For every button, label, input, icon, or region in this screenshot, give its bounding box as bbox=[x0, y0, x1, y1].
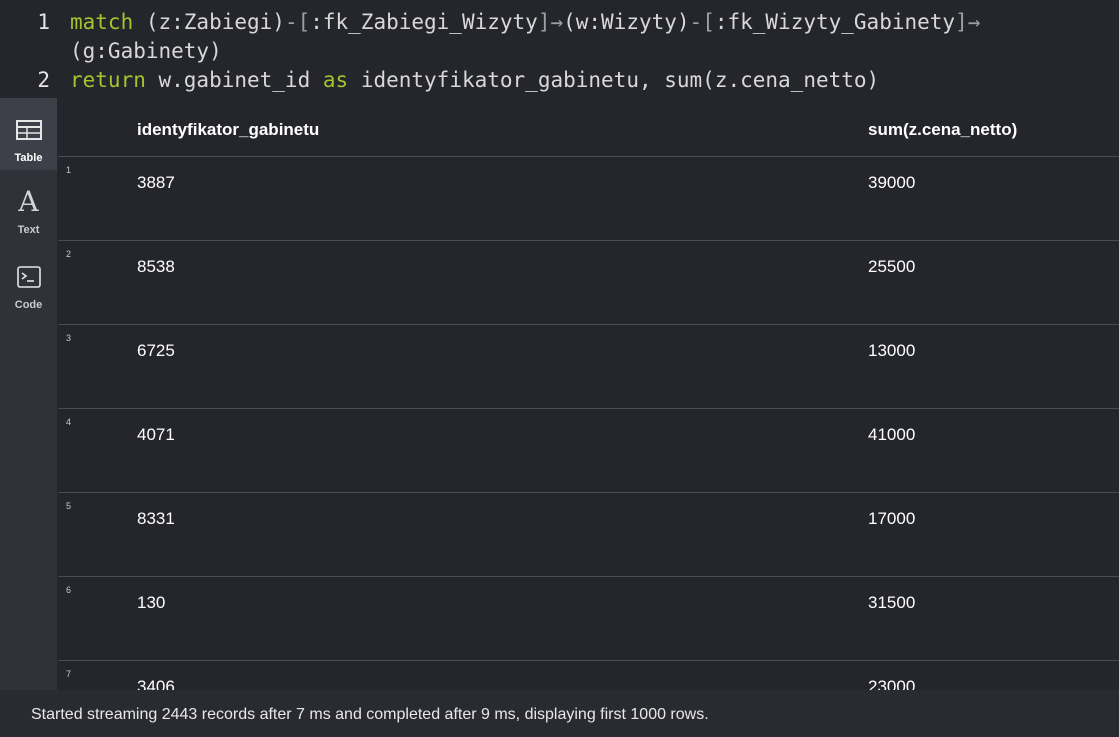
row-number: 3 bbox=[66, 333, 72, 343]
table-cell: 23000 bbox=[868, 677, 916, 690]
column-header[interactable]: sum(z.cena_netto) bbox=[868, 120, 1017, 140]
code-token: (w:Wizyty) bbox=[563, 10, 690, 34]
text-icon: A bbox=[18, 185, 39, 218]
table-cell: 3887 bbox=[137, 173, 175, 192]
code-token: return bbox=[70, 68, 146, 92]
table-cell: 4071 bbox=[137, 425, 175, 444]
view-switcher: Table A Text Code bbox=[0, 98, 57, 690]
table-cell: 8331 bbox=[137, 509, 175, 528]
code-view-label: Code bbox=[14, 299, 43, 311]
code-text: (g:Gabinety) bbox=[70, 37, 222, 66]
table-cell: 17000 bbox=[868, 509, 916, 528]
table-icon bbox=[15, 116, 42, 144]
column-header[interactable]: identyfikator_gabinetu bbox=[137, 120, 319, 140]
code-token: identyfikator_gabinetu, sum(z.cena_netto… bbox=[348, 68, 880, 92]
row-number: 7 bbox=[66, 669, 72, 679]
table-cell: 31500 bbox=[868, 593, 916, 612]
code-token: w.gabinet_id bbox=[145, 68, 323, 92]
line-number: 1 bbox=[37, 10, 50, 34]
table-row: 3 6725 13000 bbox=[58, 325, 1119, 409]
table-row: 6 130 31500 bbox=[58, 577, 1119, 661]
code-text: return w.gabinet_id as identyfikator_gab… bbox=[70, 66, 879, 95]
status-message: Started streaming 2443 records after 7 m… bbox=[31, 706, 709, 723]
code-token: -[ bbox=[284, 10, 311, 34]
table-cell: 6725 bbox=[137, 341, 175, 360]
text-view-button[interactable]: A Text bbox=[0, 170, 57, 242]
table-cell: 25500 bbox=[868, 257, 916, 276]
code-view-button[interactable]: Code bbox=[0, 245, 57, 317]
table-row: 2 8538 25500 bbox=[58, 241, 1119, 325]
code-token: (z:Zabiegi) bbox=[133, 10, 285, 34]
table-cell: 13000 bbox=[868, 341, 916, 360]
text-view-label: Text bbox=[17, 224, 40, 236]
code-token: ]→ bbox=[537, 10, 564, 34]
code-token: as bbox=[322, 68, 349, 92]
table-row: 7 3406 23000 bbox=[58, 661, 1119, 690]
row-number: 6 bbox=[66, 585, 72, 595]
code-token: ]→ bbox=[955, 10, 981, 34]
status-bar: Started streaming 2443 records after 7 m… bbox=[0, 690, 1119, 737]
row-number: 2 bbox=[66, 249, 72, 259]
table-cell: 39000 bbox=[868, 173, 916, 192]
code-icon bbox=[16, 263, 41, 291]
code-token: :fk_Wizyty_Gabinety bbox=[714, 10, 956, 34]
table-cell: 130 bbox=[137, 593, 166, 612]
table-view-button[interactable]: Table bbox=[0, 98, 57, 170]
row-number: 5 bbox=[66, 501, 72, 511]
code-token: match bbox=[70, 10, 134, 34]
results-table: identyfikator_gabinetu sum(z.cena_netto)… bbox=[58, 98, 1119, 690]
table-cell: 8538 bbox=[137, 257, 175, 276]
code-text: match (z:Zabiegi)-[:fk_Zabiegi_Wizyty]→(… bbox=[70, 8, 980, 37]
code-token: :fk_Zabiegi_Wizyty bbox=[310, 10, 538, 34]
code-token: -[ bbox=[689, 10, 715, 34]
table-cell: 3406 bbox=[137, 677, 175, 690]
query-editor[interactable]: 1 match (z:Zabiegi)-[:fk_Zabiegi_Wizyty]→… bbox=[0, 0, 1119, 98]
table-row: 1 3887 39000 bbox=[58, 157, 1119, 241]
row-number: 4 bbox=[66, 417, 72, 427]
line-number: 2 bbox=[37, 68, 50, 92]
table-row: 5 8331 17000 bbox=[58, 493, 1119, 577]
table-view-label: Table bbox=[14, 152, 43, 164]
table-header: identyfikator_gabinetu sum(z.cena_netto) bbox=[58, 98, 1119, 157]
row-number: 1 bbox=[66, 165, 72, 175]
table-row: 4 4071 41000 bbox=[58, 409, 1119, 493]
code-token: (g:Gabinety) bbox=[70, 39, 222, 63]
table-cell: 41000 bbox=[868, 425, 916, 444]
